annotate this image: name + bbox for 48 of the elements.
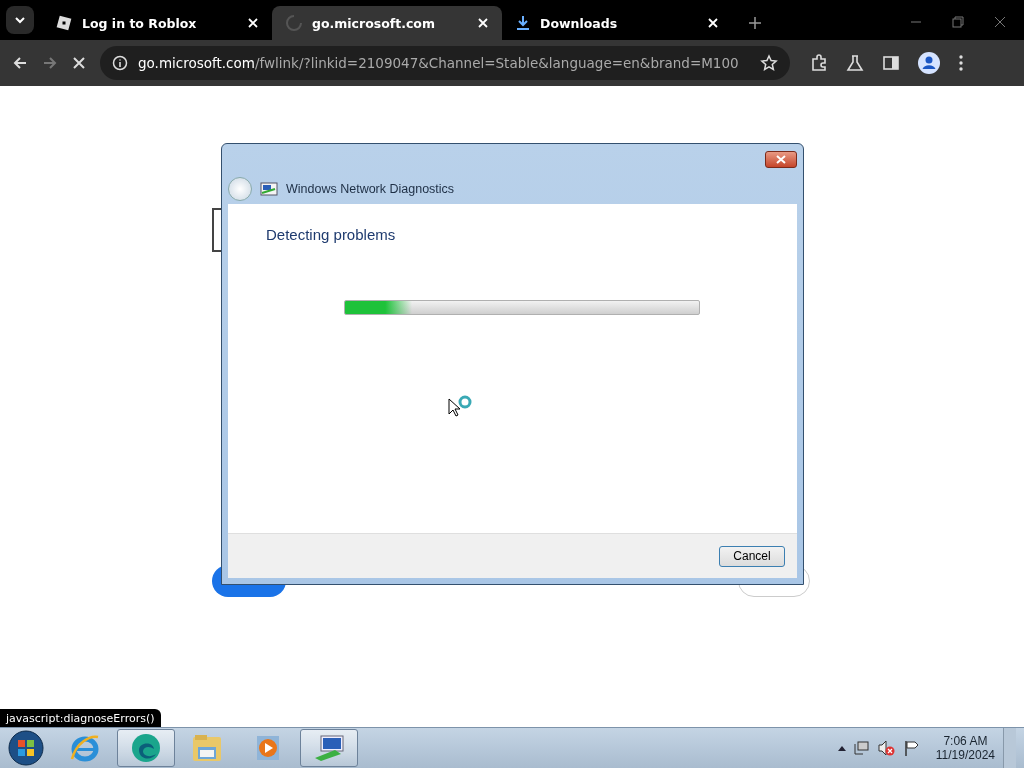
star-icon[interactable] [760, 54, 778, 72]
close-icon[interactable] [476, 16, 490, 30]
folder-icon [191, 733, 223, 763]
network-diagnostics-icon [313, 734, 345, 762]
start-button[interactable] [8, 730, 44, 766]
chevron-down-icon [14, 16, 26, 24]
volume-muted-icon[interactable] [877, 740, 896, 756]
address-bar[interactable]: go.microsoft.com/fwlink/?linkid=2109047&Channel=Stable&language=en&brand=M100 [100, 46, 790, 80]
close-button[interactable] [765, 150, 797, 168]
back-icon[interactable] [12, 55, 28, 71]
profile-icon[interactable] [918, 52, 940, 74]
tab-title: go.microsoft.com [312, 15, 436, 31]
taskbar-button[interactable] [300, 729, 358, 767]
close-icon [776, 154, 786, 164]
loading-icon [286, 15, 302, 31]
download-icon [516, 15, 530, 31]
tab-title: Downloads [540, 15, 619, 31]
network-icon [260, 182, 278, 196]
stop-icon[interactable] [72, 56, 86, 70]
tab-title: Log in to Roblox [82, 15, 198, 31]
network-icon[interactable] [853, 740, 870, 756]
forward-icon[interactable] [42, 55, 58, 71]
clock[interactable]: 7:06 AM 11/19/2024 [935, 734, 995, 762]
browser-tab[interactable]: Downloads [502, 6, 732, 40]
restore-icon[interactable] [952, 16, 964, 28]
menu-icon[interactable] [958, 54, 964, 72]
cancel-button[interactable]: Cancel [719, 545, 785, 567]
flask-icon[interactable] [846, 54, 864, 72]
browser-tab[interactable]: go.microsoft.com [272, 6, 502, 40]
close-icon[interactable] [246, 16, 260, 30]
dialog-title: Windows Network Diagnostics [286, 182, 455, 196]
taskbar-button[interactable] [117, 729, 175, 767]
busy-cursor-icon [448, 395, 474, 419]
puzzle-icon[interactable] [810, 54, 828, 72]
internet-explorer-icon [70, 733, 100, 763]
browser-tab[interactable]: Log in to Roblox [42, 6, 272, 40]
close-icon[interactable] [706, 16, 720, 30]
media-player-icon [255, 734, 281, 762]
tab-search-button[interactable] [6, 6, 34, 34]
edge-icon [130, 732, 162, 764]
flag-icon[interactable] [903, 740, 920, 756]
show-hidden-icons-icon[interactable] [837, 745, 846, 751]
info-icon[interactable] [112, 55, 128, 71]
status-link-preview: javascript:diagnoseErrors() [0, 709, 161, 728]
new-tab-icon[interactable] [748, 16, 762, 30]
side-panel-icon[interactable] [882, 54, 900, 72]
status-heading: Detecting problems [266, 226, 397, 243]
roblox-icon [56, 15, 72, 31]
